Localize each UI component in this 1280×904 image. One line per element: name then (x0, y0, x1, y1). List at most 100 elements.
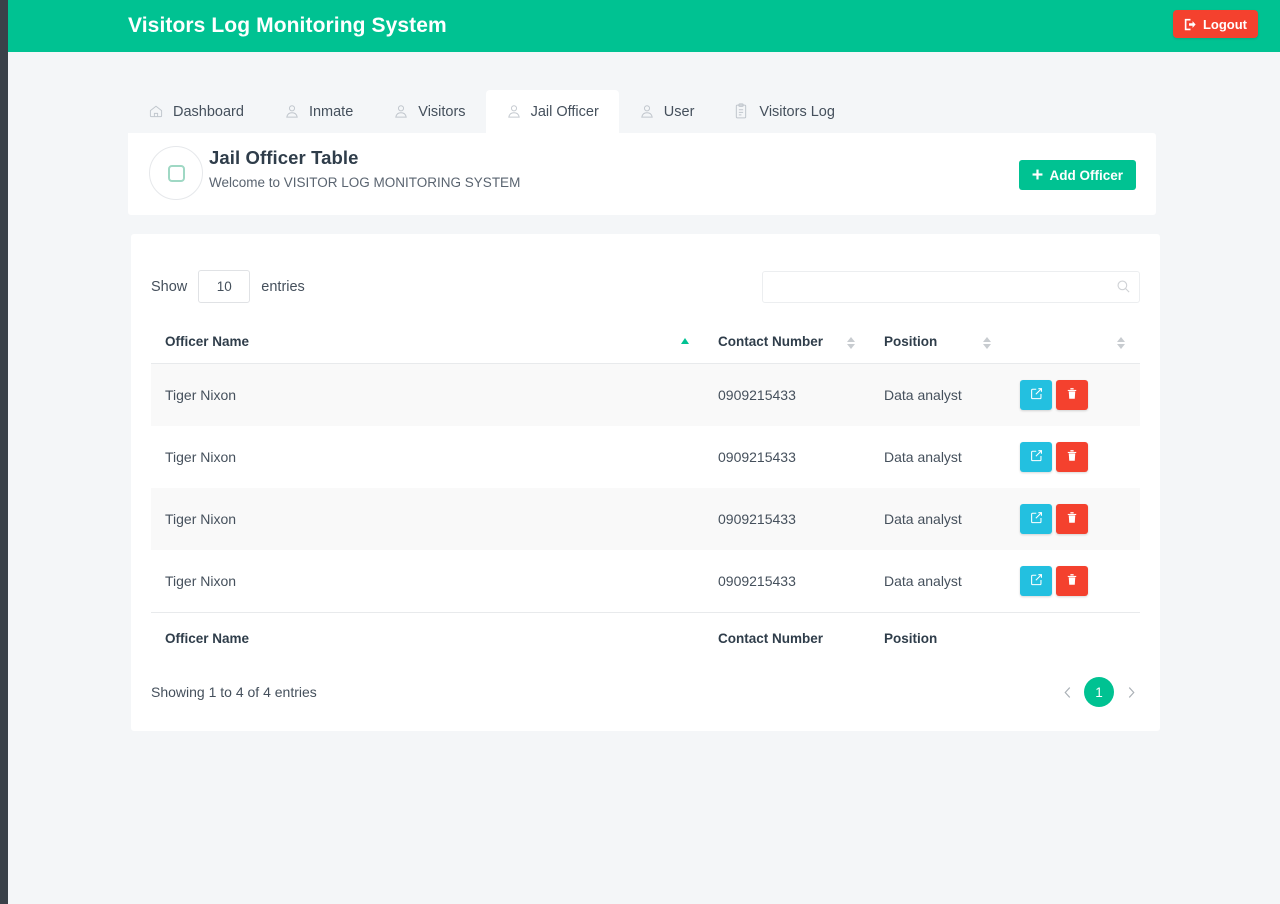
tab-user-label: User (664, 104, 695, 120)
tab-visitors[interactable]: Visitors (373, 90, 485, 133)
tab-visitors-log[interactable]: Visitors Log (714, 90, 855, 133)
home-icon (148, 103, 164, 120)
edit-row-button[interactable] (1020, 504, 1052, 534)
pagination-page-1[interactable]: 1 (1084, 677, 1114, 707)
column-header-position[interactable]: Position (870, 322, 1006, 364)
table-foot: Officer Name Contact Number Position (151, 613, 1140, 661)
column-label: Contact Number (718, 334, 823, 349)
column-header-officer-name[interactable]: Officer Name (151, 322, 704, 364)
tab-visitors-label: Visitors (418, 104, 465, 120)
user-icon (393, 103, 409, 120)
tab-visitors-log-label: Visitors Log (759, 104, 835, 120)
pagination-info: Showing 1 to 4 of 4 entries (151, 684, 317, 700)
logout-button[interactable]: Logout (1173, 10, 1258, 38)
trash-icon (1066, 573, 1078, 589)
cell-officer-name: Tiger Nixon (151, 364, 704, 427)
table-toolbar: Show entries (131, 234, 1160, 303)
square-icon (168, 165, 185, 182)
cell-officer-name: Tiger Nixon (151, 550, 704, 613)
cell-position: Data analyst (870, 488, 1006, 550)
search-input[interactable] (762, 271, 1140, 303)
user-icon (639, 103, 655, 120)
footer-position: Position (870, 613, 1006, 661)
search-control (762, 271, 1140, 303)
table-body: Tiger Nixon 0909215433 Data analyst (151, 364, 1140, 613)
column-header-contact-number[interactable]: Contact Number (704, 322, 870, 364)
table-row[interactable]: Tiger Nixon 0909215433 Data analyst (151, 364, 1140, 427)
app-root: Visitors Log Monitoring System Logout Da… (0, 0, 1280, 904)
avatar (149, 146, 203, 200)
cell-contact-number: 0909215433 (704, 426, 870, 488)
sort-both-icon (847, 336, 856, 350)
chevron-left-icon[interactable] (1058, 683, 1076, 701)
footer-contact-number: Contact Number (704, 613, 870, 661)
tab-dashboard-label: Dashboard (173, 104, 244, 120)
tab-inmate-label: Inmate (309, 104, 353, 120)
tab-dashboard[interactable]: Dashboard (128, 90, 264, 133)
delete-row-button[interactable] (1056, 442, 1088, 472)
footer-officer-name: Officer Name (151, 613, 704, 661)
table-row[interactable]: Tiger Nixon 0909215433 Data analyst (151, 550, 1140, 613)
title-text-block: Jail Officer Table Welcome to VISITOR LO… (209, 147, 520, 190)
top-header: Visitors Log Monitoring System Logout (8, 0, 1280, 52)
add-officer-button[interactable]: Add Officer (1019, 160, 1136, 190)
edit-icon (1030, 449, 1043, 465)
table-row[interactable]: Tiger Nixon 0909215433 Data analyst (151, 488, 1140, 550)
table-footer-bar: Showing 1 to 4 of 4 entries 1 (151, 677, 1140, 707)
column-label: Officer Name (165, 334, 249, 349)
delete-row-button[interactable] (1056, 504, 1088, 534)
table-row[interactable]: Tiger Nixon 0909215433 Data analyst (151, 426, 1140, 488)
search-icon (1116, 279, 1131, 299)
officers-table-card: Show entries Officer Name (131, 234, 1160, 731)
cell-actions (1006, 550, 1140, 613)
edit-icon (1030, 387, 1043, 403)
user-icon (284, 103, 300, 120)
table-header-row: Officer Name Contact Number Position (151, 322, 1140, 364)
logout-label: Logout (1203, 17, 1247, 32)
cell-actions (1006, 426, 1140, 488)
cell-position: Data analyst (870, 550, 1006, 613)
trash-icon (1066, 511, 1078, 527)
entries-label: entries (261, 279, 305, 295)
column-label: Position (884, 334, 937, 349)
plus-icon (1032, 168, 1043, 183)
page-length-input[interactable] (198, 270, 250, 303)
page-title: Jail Officer Table (209, 147, 520, 169)
delete-row-button[interactable] (1056, 566, 1088, 596)
clipboard-icon (734, 103, 750, 120)
tab-user[interactable]: User (619, 90, 715, 133)
page-length-control: Show entries (151, 270, 305, 303)
cell-actions (1006, 364, 1140, 427)
edit-icon (1030, 511, 1043, 527)
sidebar-rail (0, 0, 8, 904)
cell-contact-number: 0909215433 (704, 550, 870, 613)
add-officer-label: Add Officer (1049, 168, 1123, 183)
cell-position: Data analyst (870, 364, 1006, 427)
cell-officer-name: Tiger Nixon (151, 426, 704, 488)
cell-contact-number: 0909215433 (704, 364, 870, 427)
chevron-right-icon[interactable] (1122, 683, 1140, 701)
cell-actions (1006, 488, 1140, 550)
pagination-controls: 1 (1058, 677, 1140, 707)
officers-table: Officer Name Contact Number Position (151, 322, 1140, 660)
logout-icon (1184, 18, 1197, 31)
sort-both-icon (983, 336, 992, 350)
delete-row-button[interactable] (1056, 380, 1088, 410)
user-icon (506, 103, 522, 120)
sort-ascending-icon (681, 336, 690, 350)
main-nav-tabs: Dashboard Inmate Visitors (128, 90, 1156, 133)
show-label: Show (151, 279, 187, 295)
edit-row-button[interactable] (1020, 566, 1052, 596)
tab-jail-officer[interactable]: Jail Officer (486, 90, 619, 133)
footer-actions (1006, 613, 1140, 661)
cell-contact-number: 0909215433 (704, 488, 870, 550)
edit-row-button[interactable] (1020, 380, 1052, 410)
page-title-card: Jail Officer Table Welcome to VISITOR LO… (128, 133, 1156, 215)
trash-icon (1066, 449, 1078, 465)
tab-inmate[interactable]: Inmate (264, 90, 373, 133)
column-header-actions[interactable] (1006, 322, 1140, 364)
table-head: Officer Name Contact Number Position (151, 322, 1140, 364)
edit-row-button[interactable] (1020, 442, 1052, 472)
trash-icon (1066, 387, 1078, 403)
tab-jail-officer-label: Jail Officer (531, 104, 599, 120)
